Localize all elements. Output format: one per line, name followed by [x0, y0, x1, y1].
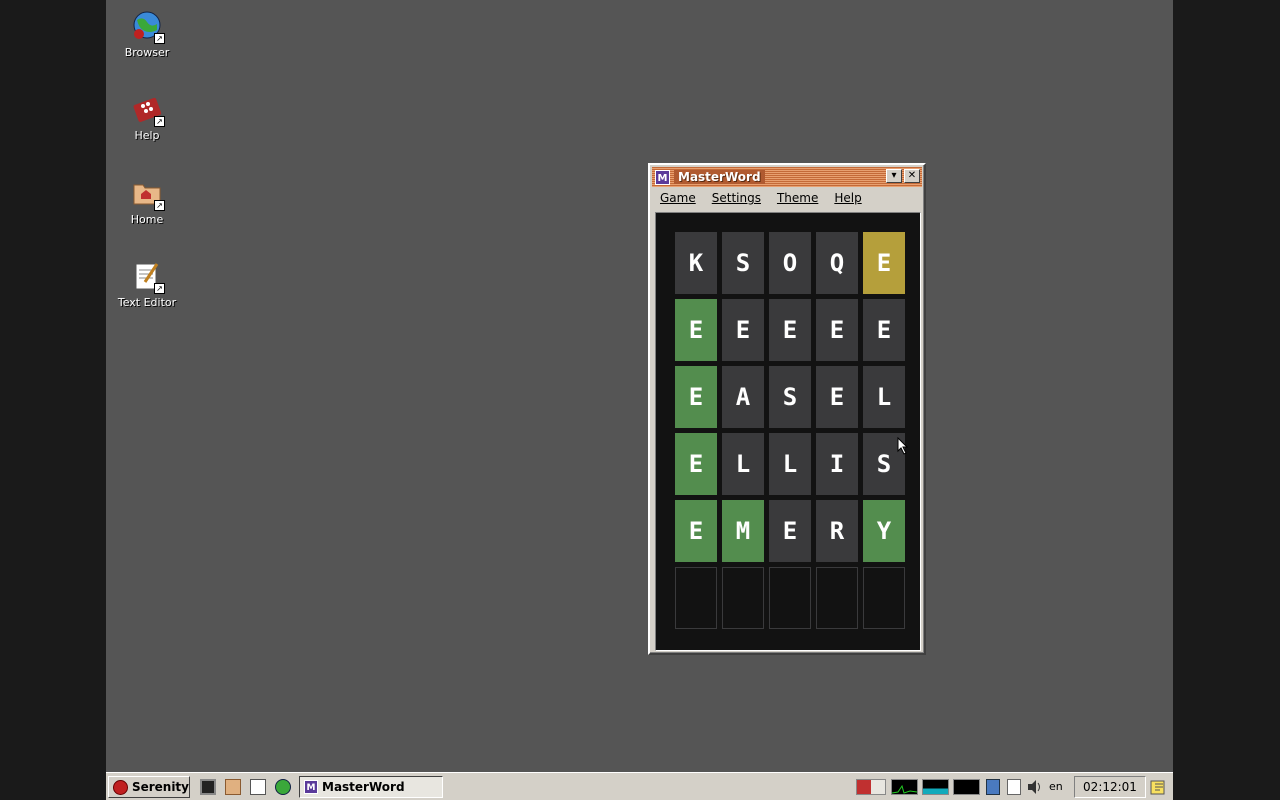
game-board[interactable]: KSOQEEEEEEEASELELLISEMERY [655, 212, 921, 651]
desktop-icon-text-editor[interactable]: ↗ Text Editor [102, 260, 192, 309]
network-icon[interactable] [986, 779, 1000, 795]
tile-r6-c3 [769, 567, 811, 629]
home-folder-icon: ↗ [131, 177, 165, 211]
menu-settings[interactable]: Settings [704, 191, 769, 205]
tile-r3-c3: S [769, 366, 811, 428]
desktop-icon-label: Text Editor [117, 296, 177, 309]
tile-r2-c4: E [816, 299, 858, 361]
desktop-icon-browser[interactable]: ↗ Browser [102, 10, 192, 59]
tile-r1-c3: O [769, 232, 811, 294]
menu-help[interactable]: Help [826, 191, 869, 205]
masterword-app-icon: M [655, 169, 670, 185]
taskbar: Serenity M MasterWord en 02:12:01 [106, 772, 1173, 800]
tile-r2-c2: E [722, 299, 764, 361]
tile-r4-c1: E [675, 433, 717, 495]
tile-r1-c2: S [722, 232, 764, 294]
tile-r1-c4: Q [816, 232, 858, 294]
tile-r4-c3: L [769, 433, 811, 495]
tile-r6-c1 [675, 567, 717, 629]
network-graph-icon [953, 779, 980, 795]
terminal-icon[interactable] [200, 779, 216, 795]
minimize-button[interactable]: ▾ [886, 169, 902, 183]
desktop-icon-label: Home [130, 213, 164, 226]
tile-r1-c1: K [675, 232, 717, 294]
tile-r1-c5: E [863, 232, 905, 294]
desktop: ↗ Browser ↗ Help ↗ Home ↗ Text Editor [106, 0, 1173, 772]
tile-r5-c2: M [722, 500, 764, 562]
desktop-icon-home[interactable]: ↗ Home [102, 177, 192, 226]
mouse-cursor-icon [897, 437, 909, 455]
start-label: Serenity [131, 780, 189, 794]
tile-r3-c2: A [722, 366, 764, 428]
tile-r6-c4 [816, 567, 858, 629]
menubar: Game Settings Theme Help [652, 188, 922, 208]
tile-r4-c2: L [722, 433, 764, 495]
desktop-icon-help[interactable]: ↗ Help [102, 93, 192, 142]
text-editor-quicklaunch-icon[interactable] [250, 779, 266, 795]
clipboard-icon[interactable] [1007, 779, 1021, 795]
menu-game[interactable]: Game [652, 191, 704, 205]
file-manager-icon[interactable] [225, 779, 241, 795]
help-book-icon: ↗ [131, 93, 165, 127]
memory-graph-icon [922, 779, 949, 795]
close-button[interactable]: ✕ [904, 169, 920, 183]
notifications-icon[interactable] [1149, 778, 1167, 796]
masterword-app-icon: M [304, 780, 318, 794]
clock[interactable]: 02:12:01 [1074, 776, 1146, 798]
taskbar-button-masterword[interactable]: M MasterWord [299, 776, 443, 798]
masterword-window: M MasterWord ▾ ✕ Game Settings Theme Hel… [648, 163, 926, 655]
menu-theme[interactable]: Theme [769, 191, 826, 205]
workspace-switcher-icon[interactable] [856, 779, 886, 795]
desktop-icon-label: Help [134, 129, 160, 142]
window-titlebar[interactable]: M MasterWord ▾ ✕ [652, 167, 922, 187]
tile-r3-c5: L [863, 366, 905, 428]
tile-r2-c1: E [675, 299, 717, 361]
text-editor-icon: ↗ [131, 260, 165, 294]
tile-r2-c5: E [863, 299, 905, 361]
start-button[interactable]: Serenity [108, 776, 190, 798]
tile-r5-c5: Y [863, 500, 905, 562]
serenity-logo-icon [113, 779, 128, 795]
tile-r2-c3: E [769, 299, 811, 361]
globe-icon: ↗ [131, 10, 165, 44]
tile-r5-c3: E [769, 500, 811, 562]
tile-r3-c1: E [675, 366, 717, 428]
taskbar-button-label: MasterWord [322, 780, 405, 794]
cpu-graph-icon [891, 779, 918, 795]
keyboard-layout[interactable]: en [1049, 779, 1067, 795]
tile-r6-c2 [722, 567, 764, 629]
volume-icon[interactable] [1027, 779, 1041, 795]
browser-quicklaunch-icon[interactable] [275, 779, 291, 795]
desktop-icon-label: Browser [124, 46, 170, 59]
tile-r5-c1: E [675, 500, 717, 562]
tile-r3-c4: E [816, 366, 858, 428]
tile-r6-c5 [863, 567, 905, 629]
tile-r5-c4: R [816, 500, 858, 562]
window-title: MasterWord [674, 170, 765, 184]
tile-r4-c4: I [816, 433, 858, 495]
